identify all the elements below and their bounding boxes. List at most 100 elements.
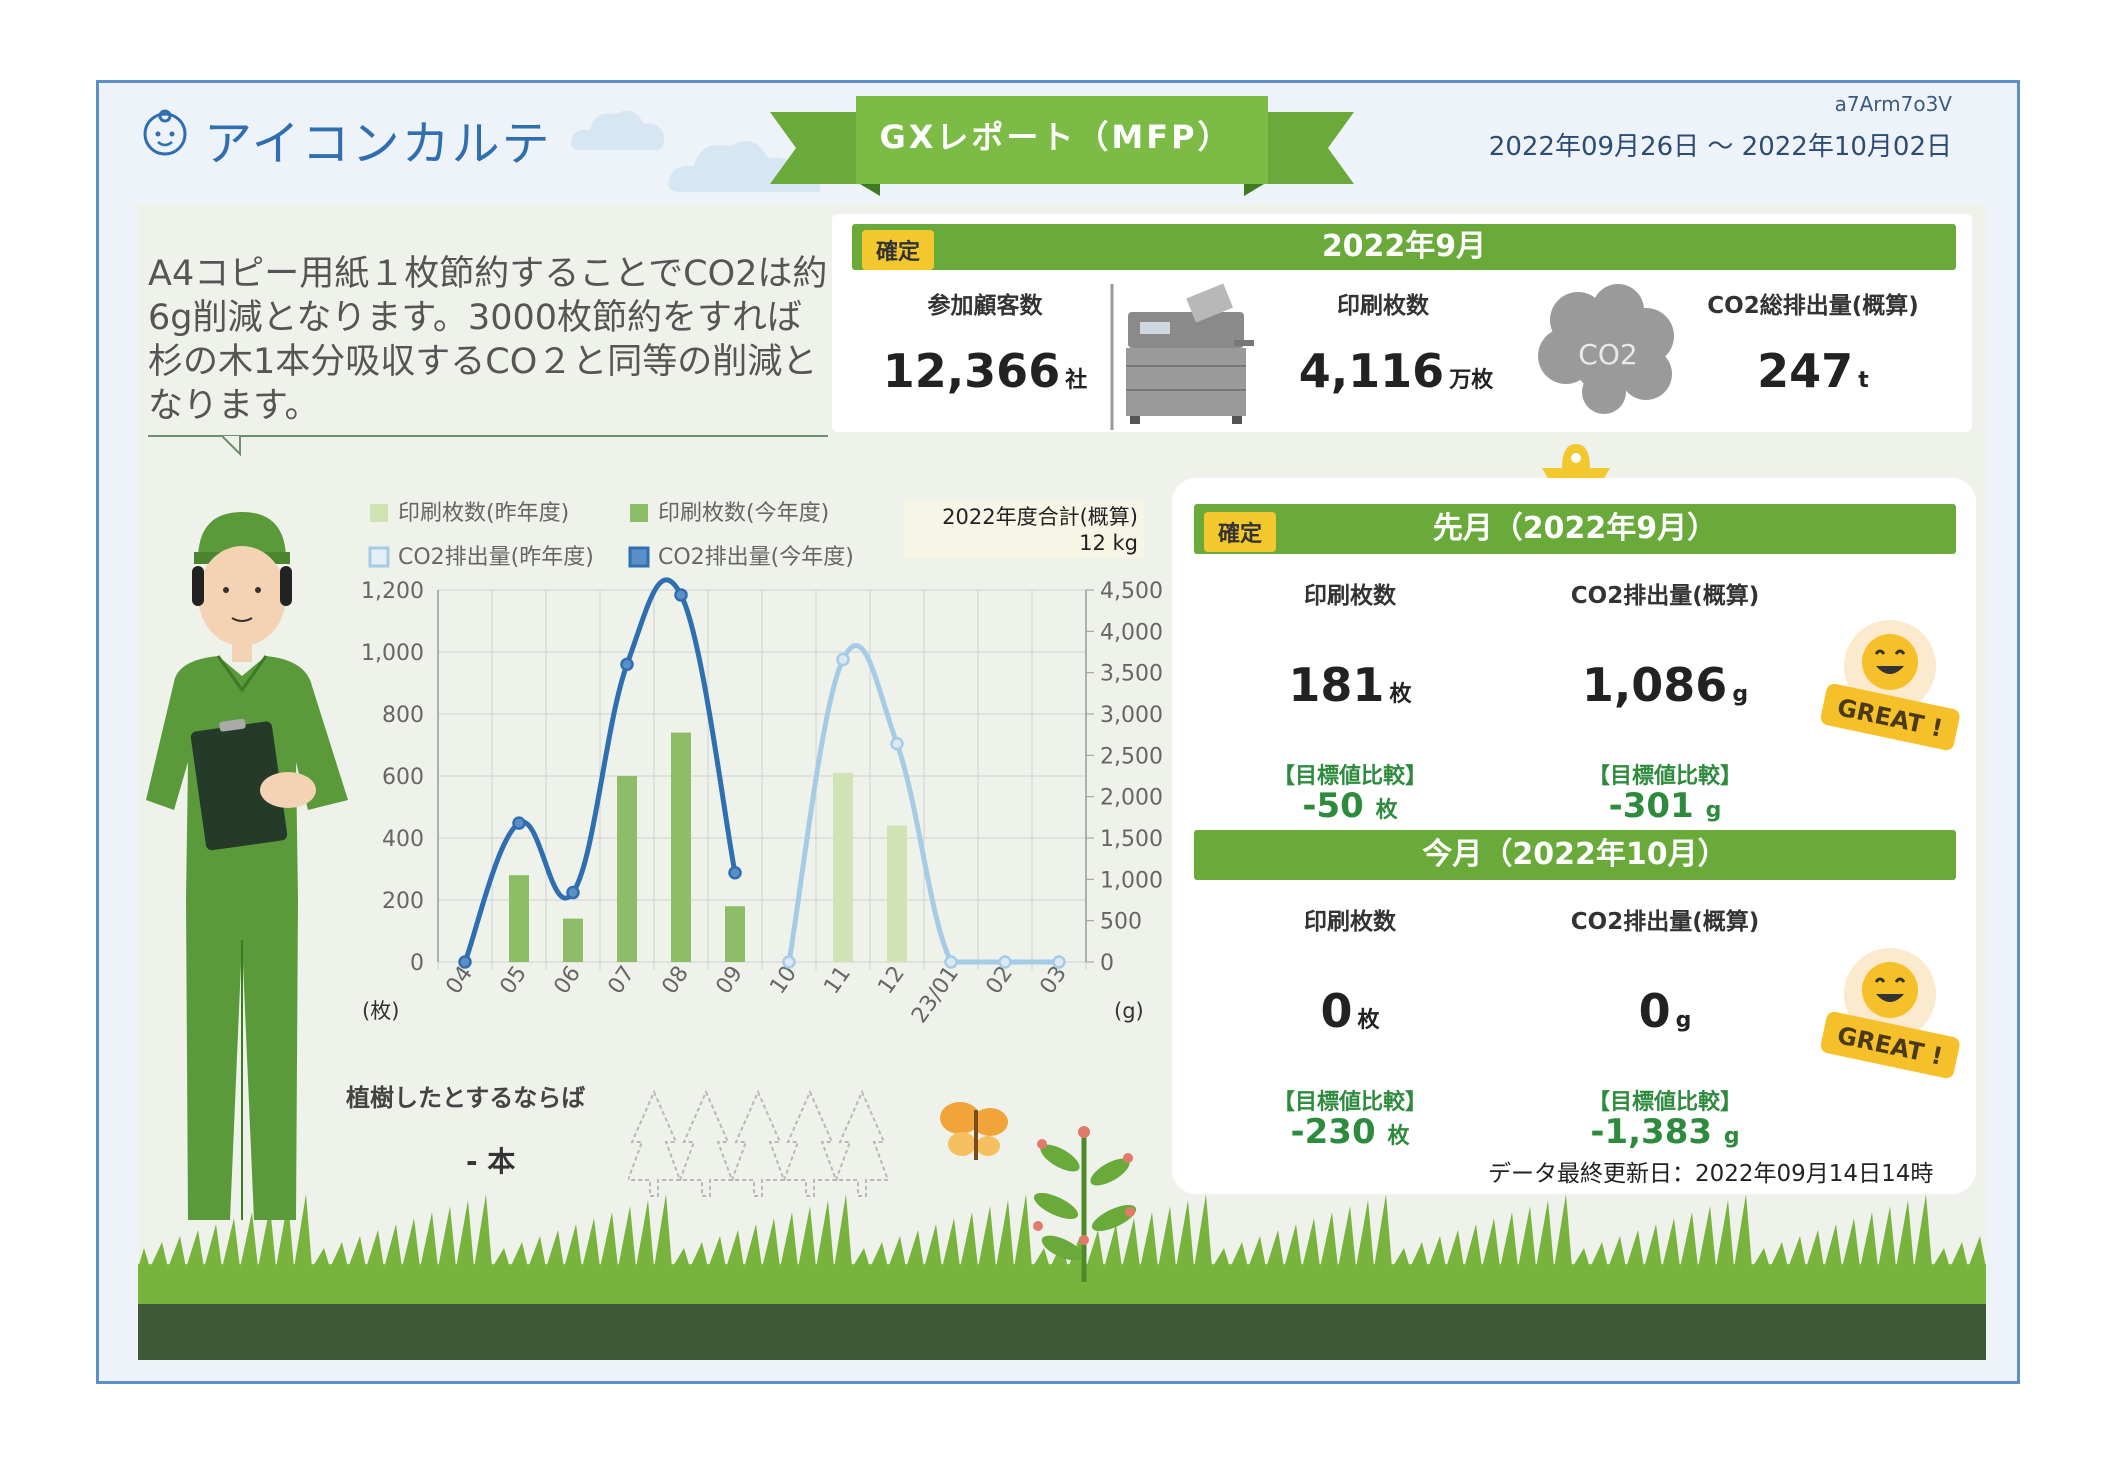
last-month-prints-label: 印刷枚数 <box>1304 583 1396 609</box>
this-month-co2-label: CO2排出量(概算) <box>1570 909 1760 935</box>
data-point <box>782 955 796 969</box>
date-range: 2022年09月26日 〜 2022年10月02日 <box>1488 132 1952 162</box>
customers-stat: 12,366 社 <box>880 344 1090 398</box>
butterfly-icon <box>940 1102 1008 1160</box>
bar <box>887 825 907 962</box>
bar <box>509 875 529 962</box>
legend-item: 印刷枚数(今年度) <box>658 501 829 526</box>
great-badge-icon: GREAT ! <box>1820 948 1960 1079</box>
legend-item: 印刷枚数(昨年度) <box>398 501 569 526</box>
confirmed-badge: 確定 <box>1204 512 1277 552</box>
worker-illustration <box>146 512 348 1220</box>
this-month-prints-value: 0 <box>1320 984 1353 1038</box>
left-axis-unit: (枚) <box>362 999 399 1023</box>
data-point <box>998 955 1012 969</box>
brand-name: アイコンカルテ <box>204 116 552 172</box>
bar <box>617 776 637 962</box>
legend-item: CO2排出量(昨年度) <box>398 545 594 570</box>
compare-value: -301 <box>1608 786 1694 826</box>
x-tick-label: 04 <box>441 962 478 999</box>
compare-value: -50 <box>1302 786 1364 826</box>
tree-outline <box>730 1089 786 1197</box>
last-month-prints-compare: -50 枚 <box>1250 786 1450 826</box>
great-badge-icon: GREAT ! <box>1820 620 1960 751</box>
customers-unit: 社 <box>1065 368 1088 393</box>
baby-face-icon <box>143 109 187 156</box>
compare-value: -1,383 <box>1590 1112 1713 1152</box>
y-left-tick-label: 1,200 <box>361 579 424 604</box>
tree-outline <box>834 1089 888 1197</box>
x-tick-label: 09 <box>711 962 748 999</box>
y-left-tick-label: 0 <box>410 951 424 976</box>
y-right-tick-label: 2,500 <box>1100 744 1163 769</box>
x-tick-label: 03 <box>1035 962 1072 999</box>
this-month-co2-unit: g <box>1675 1008 1692 1033</box>
prints-value: 4,116 <box>1298 344 1445 398</box>
data-point <box>458 955 472 969</box>
x-tick-label: 11 <box>819 962 856 999</box>
fiscal-total-value: 12 kg <box>1079 531 1138 555</box>
y-left-tick-label: 1,000 <box>361 641 424 666</box>
usage-chart: 印刷枚数(昨年度) 印刷枚数(今年度) CO2排出量(昨年度) CO2排出量(今… <box>361 501 1163 1028</box>
this-month-co2-compare: -1,383 g <box>1565 1112 1765 1152</box>
y-right-tick-label: 3,000 <box>1100 703 1163 728</box>
confirmed-badge: 確定 <box>862 230 935 270</box>
y-left-tick-label: 400 <box>382 827 424 852</box>
last-month-co2-unit: g <box>1732 682 1749 707</box>
this-month-prints-compare: -230 枚 <box>1250 1112 1450 1152</box>
last-month-co2-value: 1,086 <box>1581 658 1728 712</box>
data-point <box>728 865 742 880</box>
bar <box>671 732 691 962</box>
data-point <box>566 885 580 900</box>
prints-label: 印刷枚数 <box>1337 293 1429 319</box>
compare-value: -230 <box>1290 1112 1376 1152</box>
trees-label: 植樹したとするならば <box>346 1084 586 1112</box>
y-right-tick-label: 4,500 <box>1100 579 1163 604</box>
compare-unit: 枚 <box>1375 798 1398 823</box>
x-tick-label: 08 <box>657 962 694 999</box>
co2-total-label: CO2総排出量(概算) <box>1707 293 1919 319</box>
x-tick-label: 10 <box>765 962 802 999</box>
legend-item: CO2排出量(今年度) <box>658 545 854 570</box>
last-updated: データ最終更新日：2022年09月14日14時 <box>1488 1161 1934 1187</box>
compare-unit: g <box>1705 798 1722 823</box>
last-month-co2-compare: -301 g <box>1565 786 1765 826</box>
data-point <box>512 816 526 830</box>
customers-label: 参加顧客数 <box>927 293 1043 319</box>
chart-grid <box>437 589 1094 970</box>
y-right-tick-label: 1,000 <box>1100 868 1163 893</box>
x-tick-label: 06 <box>549 962 586 999</box>
compare-unit: 枚 <box>1387 1124 1410 1149</box>
data-point <box>836 652 850 667</box>
y-left-tick-label: 200 <box>382 889 424 914</box>
data-point <box>674 588 688 602</box>
co2-total-value: 247 <box>1757 344 1854 398</box>
bar <box>725 906 745 962</box>
plant-decoration <box>1033 1126 1137 1282</box>
this-month-co2-stat: 0 g <box>1540 984 1790 1038</box>
co2-total-unit: t <box>1858 368 1869 393</box>
data-point <box>620 657 634 672</box>
data-point <box>944 955 958 969</box>
this-month-prints-stat: 0 枚 <box>1260 984 1440 1038</box>
tree-outline <box>678 1089 734 1197</box>
speech-tail <box>148 435 828 456</box>
co2-cloud-icon: CO2 <box>1538 284 1674 414</box>
this-month-title: 今月（2022年10月） <box>1194 830 1956 880</box>
last-month-prints-value: 181 <box>1288 658 1385 712</box>
last-month-prints-stat: 181 枚 <box>1260 658 1440 712</box>
x-tick-label: 02 <box>981 962 1018 999</box>
last-month-title: 先月（2022年9月） <box>1194 504 1956 554</box>
x-tick-label: 07 <box>603 962 640 999</box>
info-message: A4コピー用紙１枚節約することでCO2は約6g削減となります。3000枚節約をす… <box>148 254 828 426</box>
y-right-tick-label: 1,500 <box>1100 827 1163 852</box>
last-month-prints-unit: 枚 <box>1389 682 1412 707</box>
y-left-tick-label: 800 <box>382 703 424 728</box>
y-right-tick-label: 0 <box>1100 951 1114 976</box>
this-month-prints-label: 印刷枚数 <box>1304 909 1396 935</box>
cloud-decoration <box>571 110 664 151</box>
x-tick-label: 05 <box>495 962 532 999</box>
x-tick-label: 12 <box>873 962 910 999</box>
co2-total-stat: 247 t <box>1688 344 1938 398</box>
data-point <box>890 737 904 751</box>
